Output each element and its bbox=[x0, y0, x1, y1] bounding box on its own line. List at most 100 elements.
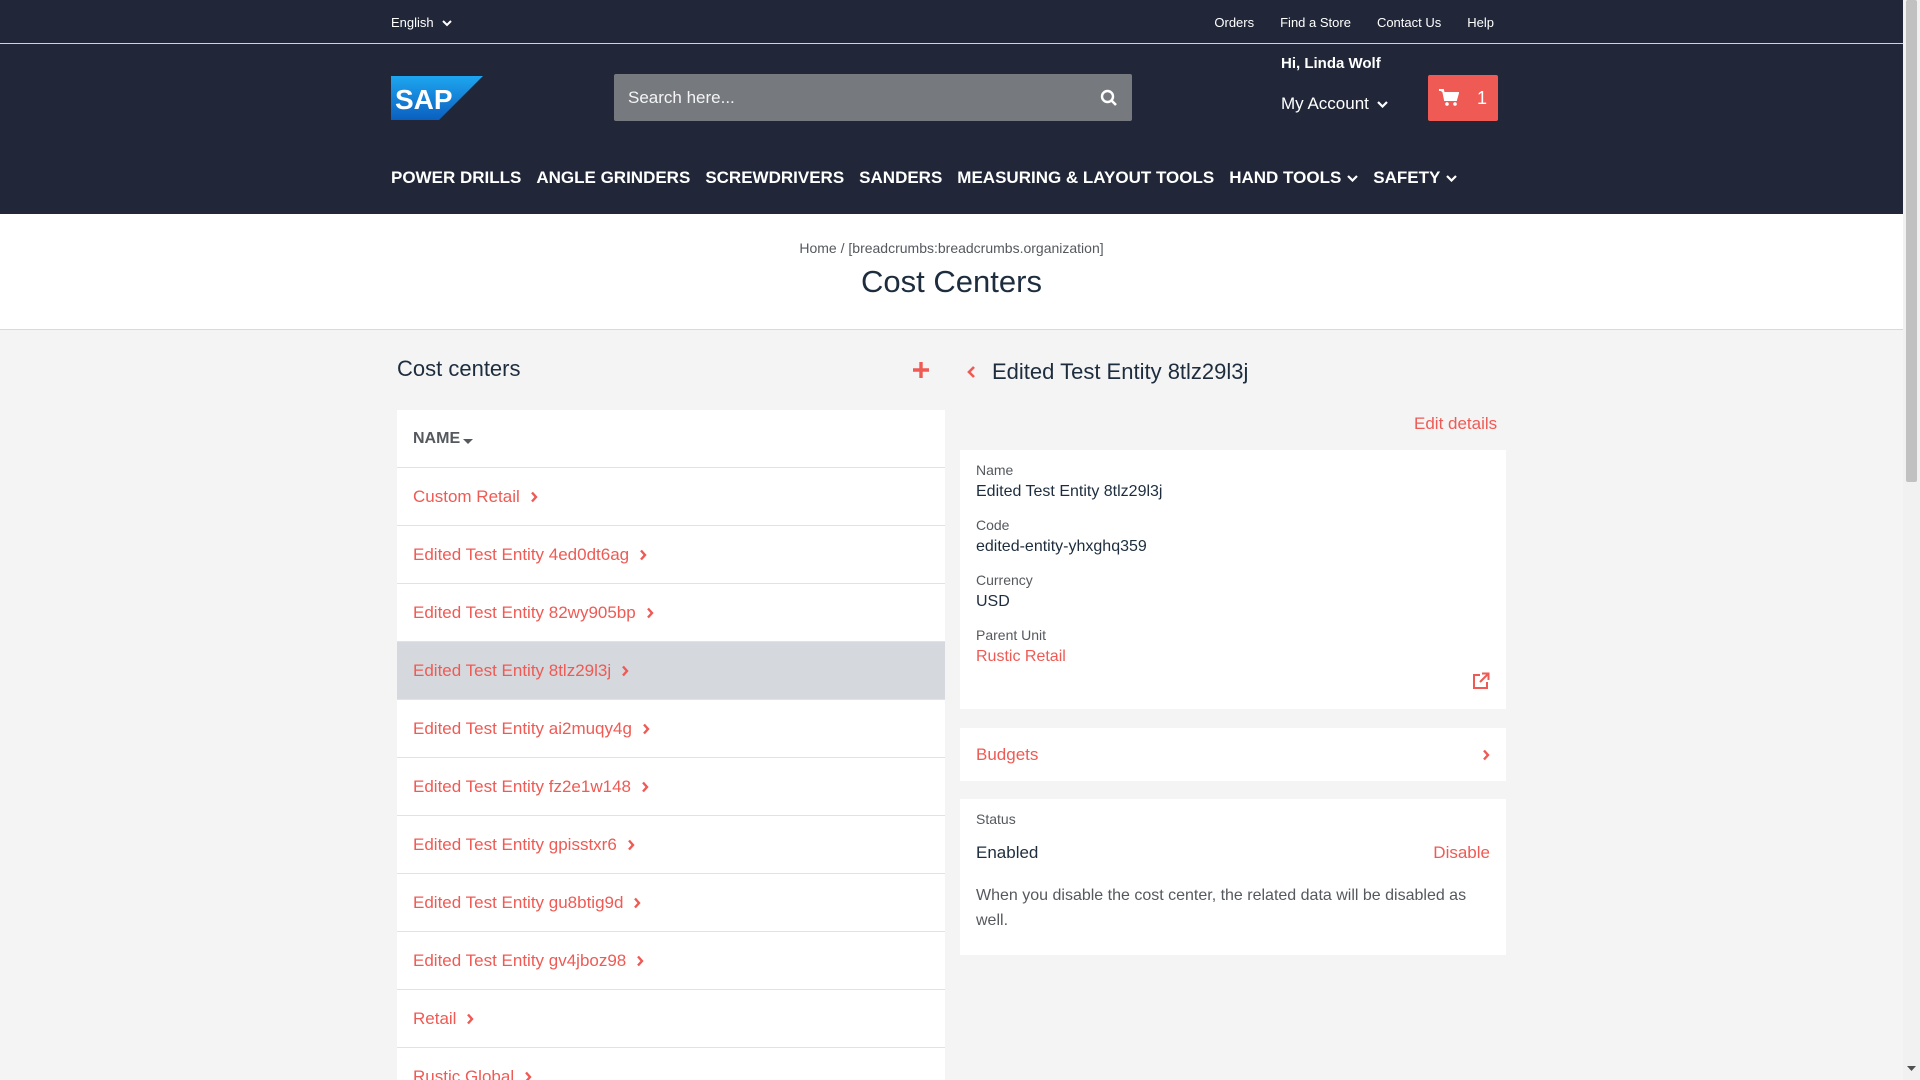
table-row[interactable]: Rustic Global bbox=[397, 1048, 945, 1080]
top-links: Orders Find a Store Contact Us Help bbox=[1214, 15, 1494, 30]
nav-item-safety[interactable]: SAFETY bbox=[1373, 168, 1458, 188]
table-row[interactable]: Edited Test Entity fz2e1w148 bbox=[397, 758, 945, 816]
row-label: Retail bbox=[413, 1008, 457, 1028]
nav-item-hand-tools[interactable]: HAND TOOLS bbox=[1229, 168, 1359, 188]
top-utility-bar: English Orders Find a Store Contact Us H… bbox=[0, 0, 1903, 44]
page-title: Cost Centers bbox=[861, 264, 1042, 299]
row-label: Edited Test Entity gpisstxr6 bbox=[413, 834, 617, 854]
language-selector[interactable]: English bbox=[391, 15, 452, 30]
chevron-right-icon bbox=[633, 897, 642, 909]
chevron-right-icon bbox=[641, 781, 649, 793]
my-account-label: My Account bbox=[1281, 94, 1369, 113]
back-chevron-icon[interactable] bbox=[966, 365, 976, 379]
row-label: Edited Test Entity gv4jboz98 bbox=[413, 950, 627, 970]
chevron-right-icon bbox=[639, 549, 647, 561]
external-link-icon[interactable] bbox=[1472, 672, 1490, 690]
row-label: Custom Retail bbox=[413, 486, 520, 506]
table-row[interactable]: Edited Test Entity ai2muqy4g bbox=[397, 700, 945, 758]
parent-unit-label: Parent Unit bbox=[976, 627, 1047, 643]
user-greeting: Hi, Linda Wolf bbox=[1281, 55, 1381, 72]
chevron-right-icon bbox=[646, 607, 654, 619]
status-value: Enabled bbox=[976, 843, 1039, 862]
mini-cart-button[interactable]: 1 bbox=[1428, 75, 1498, 121]
currency-value: USD bbox=[976, 593, 1010, 610]
find-store-link[interactable]: Find a Store bbox=[1280, 15, 1351, 30]
table-row[interactable]: Edited Test Entity gpisstxr6 bbox=[397, 816, 945, 874]
nav-item-sanders[interactable]: SANDERS bbox=[859, 168, 942, 188]
row-label: Edited Test Entity 82wy905bp bbox=[413, 602, 636, 622]
chevron-right-icon bbox=[642, 723, 650, 735]
chevron-down-icon bbox=[1446, 175, 1458, 182]
table-row[interactable]: Edited Test Entity gu8btig9d bbox=[397, 874, 945, 932]
search-icon[interactable] bbox=[1100, 89, 1118, 107]
chevron-right-icon bbox=[621, 665, 629, 677]
cost-centers-table: NAME Custom Retail Edited Test Entity 4ed… bbox=[397, 410, 945, 1080]
chevron-right-icon bbox=[466, 1013, 475, 1025]
sap-logo[interactable]: SAP bbox=[391, 76, 483, 120]
row-label: Edited Test Entity ai2muqy4g bbox=[413, 718, 632, 738]
search-input[interactable]: Search here... bbox=[628, 88, 1100, 108]
breadcrumb-current[interactable]: [breadcrumbs:breadcrumbs.organization] bbox=[848, 240, 1103, 256]
chevron-right-icon bbox=[530, 491, 538, 503]
currency-label: Currency bbox=[976, 572, 1033, 588]
table-row[interactable]: Edited Test Entity 82wy905bp bbox=[397, 584, 945, 642]
scrollbar-thumb[interactable] bbox=[1906, 0, 1917, 482]
chevron-down-icon bbox=[1377, 101, 1388, 108]
site-header: SAP Search here... Hi, Linda Wolf My Acc… bbox=[0, 44, 1903, 214]
name-value: Edited Test Entity 8tlz29l3j bbox=[976, 483, 1163, 500]
parent-unit-link[interactable]: Rustic Retail bbox=[976, 648, 1490, 666]
budgets-label: Budgets bbox=[976, 744, 1039, 764]
table-row[interactable]: Custom Retail bbox=[397, 468, 945, 526]
detail-title: Edited Test Entity 8tlz29l3j bbox=[992, 359, 1249, 384]
contact-us-link[interactable]: Contact Us bbox=[1377, 15, 1441, 30]
name-column-header[interactable]: NAME bbox=[397, 410, 945, 468]
scroll-down-arrow-icon[interactable] bbox=[1906, 1062, 1917, 1074]
status-label: Status bbox=[976, 811, 1016, 827]
status-row: Enabled Disable bbox=[976, 843, 1490, 863]
chevron-down-icon bbox=[1347, 175, 1359, 182]
edit-details-link[interactable]: Edit details bbox=[1414, 414, 1497, 434]
row-label: Edited Test Entity 4ed0dt6ag bbox=[413, 544, 630, 564]
nav-item-power-drills[interactable]: POWER DRILLS bbox=[391, 168, 521, 188]
search-box[interactable]: Search here... bbox=[614, 74, 1132, 121]
table-row[interactable]: Edited Test Entity 4ed0dt6ag bbox=[397, 526, 945, 584]
table-row[interactable]: Retail bbox=[397, 990, 945, 1048]
nav-item-screwdrivers[interactable]: SCREWDRIVERS bbox=[705, 168, 844, 188]
breadcrumb: Home / [breadcrumbs:breadcrumbs.organiza… bbox=[0, 240, 1903, 256]
language-label: English bbox=[391, 15, 434, 30]
chevron-down-icon bbox=[441, 19, 452, 26]
disable-button[interactable]: Disable bbox=[1433, 843, 1490, 863]
cart-count: 1 bbox=[1476, 87, 1487, 108]
nav-item-angle-grinders[interactable]: ANGLE GRINDERS bbox=[536, 168, 690, 188]
list-heading: Cost centers bbox=[397, 356, 521, 381]
breadcrumb-home[interactable]: Home bbox=[799, 240, 836, 256]
parent-unit-field: Parent Unit Rustic Retail bbox=[976, 627, 1490, 666]
name-label: Name bbox=[976, 462, 1014, 478]
name-field: Name Edited Test Entity 8tlz29l3j bbox=[976, 462, 1490, 501]
detail-info-card: Name Edited Test Entity 8tlz29l3j Code e… bbox=[960, 450, 1506, 709]
help-link[interactable]: Help bbox=[1467, 15, 1494, 30]
row-label: Rustic Global bbox=[413, 1066, 515, 1080]
my-account-menu[interactable]: My Account bbox=[1281, 94, 1388, 114]
code-value: edited-entity-yhxghq359 bbox=[976, 538, 1147, 555]
row-label: Edited Test Entity fz2e1w148 bbox=[413, 776, 631, 796]
budgets-link-card[interactable]: Budgets bbox=[960, 728, 1506, 781]
category-nav: POWER DRILLS ANGLE GRINDERS SCREWDRIVERS… bbox=[391, 168, 1458, 188]
currency-field: Currency USD bbox=[976, 572, 1490, 611]
orders-link[interactable]: Orders bbox=[1214, 15, 1254, 30]
cost-centers-list-header: Cost centers bbox=[397, 356, 945, 388]
add-icon[interactable] bbox=[909, 358, 933, 382]
chevron-right-icon bbox=[524, 1071, 532, 1080]
chevron-right-icon bbox=[627, 839, 635, 851]
breadcrumb-separator: / bbox=[840, 240, 845, 256]
sort-caret-icon bbox=[463, 438, 474, 444]
chevron-right-icon bbox=[1483, 749, 1490, 760]
code-field: Code edited-entity-yhxghq359 bbox=[976, 517, 1490, 556]
detail-header: Edited Test Entity 8tlz29l3j bbox=[966, 356, 1248, 388]
table-row[interactable]: Edited Test Entity 8tlz29l3j bbox=[397, 642, 945, 700]
nav-item-measuring-layout-tools[interactable]: MEASURING & LAYOUT TOOLS bbox=[957, 168, 1214, 188]
code-label: Code bbox=[976, 517, 1010, 533]
page-title-area: Home / [breadcrumbs:breadcrumbs.organiza… bbox=[0, 214, 1903, 330]
table-row[interactable]: Edited Test Entity gv4jboz98 bbox=[397, 932, 945, 990]
svg-text:SAP: SAP bbox=[395, 84, 453, 115]
